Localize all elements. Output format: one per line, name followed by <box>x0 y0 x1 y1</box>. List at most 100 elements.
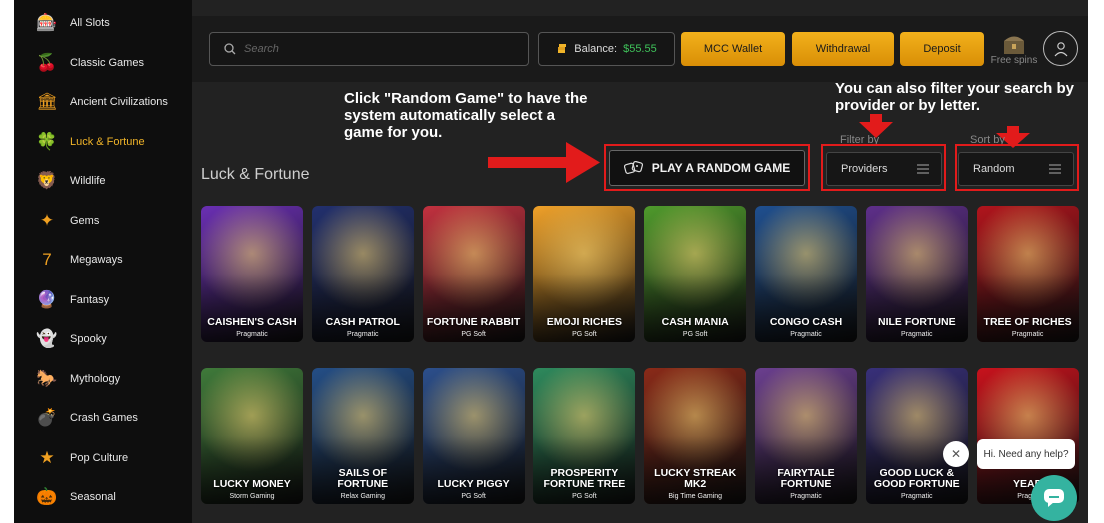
game-title: CASH MANIA <box>661 316 729 328</box>
sidebar-item[interactable]: 🍀 Luck & Fortune <box>34 124 145 160</box>
crystal-ball-icon: 🔮 <box>36 289 58 309</box>
sidebar-item-label: Megaways <box>70 254 123 266</box>
chat-icon <box>1044 489 1064 507</box>
sidebar-item[interactable]: 🏛 Ancient Civilizations <box>34 84 168 120</box>
highlight-sort-box <box>955 144 1079 191</box>
sidebar-item[interactable]: 🍒 Classic Games <box>34 45 144 81</box>
game-card[interactable]: EMOJI RICHES PG Soft <box>533 206 636 342</box>
clover-icon: 🍀 <box>36 131 58 151</box>
game-provider: Big Time Gaming <box>668 493 723 500</box>
search-input[interactable] <box>244 43 504 55</box>
deposit-button[interactable]: Deposit <box>900 32 984 66</box>
highlight-random-box <box>604 144 810 191</box>
game-card[interactable]: LUCKY MONEY Storm Gaming <box>201 368 303 504</box>
sidebar-item[interactable]: 🎃 Seasonal <box>34 479 116 515</box>
ghost-icon: 👻 <box>36 329 58 348</box>
slot-machine-icon: 🎰 <box>36 13 58 32</box>
game-title: GOOD LUCK & GOOD FORTUNE <box>873 467 960 490</box>
game-title: FAIRYTALE FORTUNE <box>777 467 835 490</box>
gem-icon: ✦ <box>39 210 55 230</box>
sidebar-item[interactable]: 7 Megaways <box>34 242 123 278</box>
search-icon <box>224 43 236 55</box>
sidebar-item-label: Ancient Civilizations <box>70 96 168 108</box>
game-card[interactable]: GOOD LUCK & GOOD FORTUNE Pragmatic <box>865 368 968 504</box>
game-provider: Pragmatic <box>347 331 379 338</box>
sidebar-item-label: Mythology <box>70 372 121 385</box>
game-title: PROSPERITY FORTUNE TREE <box>543 467 626 490</box>
sidebar-item-label: Pop Culture <box>70 451 129 464</box>
chat-launcher-button[interactable] <box>1031 475 1077 521</box>
sidebar-item-label: Luck & Fortune <box>70 135 145 148</box>
game-provider: PG Soft <box>461 493 486 500</box>
mcc-wallet-button[interactable]: MCC Wallet <box>681 32 785 66</box>
chat-close-button[interactable]: ✕ <box>943 441 969 467</box>
game-card[interactable]: TREE OF RICHES Pragmatic <box>976 206 1079 342</box>
game-card[interactable]: PROSPERITY FORTUNE TREE PG Soft <box>533 368 636 504</box>
sidebar-item[interactable]: 🎰 All Slots <box>34 5 109 41</box>
game-provider: Pragmatic <box>790 331 822 338</box>
game-card[interactable]: CAISHEN'S CASH Pragmatic <box>201 206 303 342</box>
balance-amount: $55.55 <box>623 43 657 55</box>
game-provider: Pragmatic <box>236 331 268 338</box>
section-title: Luck & Fortune <box>201 166 310 183</box>
search-box[interactable] <box>209 32 529 66</box>
bomb-icon: 💣 <box>36 408 58 427</box>
game-title: TREE OF RICHES <box>983 316 1072 328</box>
game-provider: Pragmatic <box>790 493 822 500</box>
sidebar-item[interactable]: 🦁 Wildlife <box>34 163 105 199</box>
sidebar-item[interactable]: 💣 Crash Games <box>34 400 137 436</box>
game-provider: PG Soft <box>572 331 597 338</box>
game-title: CONGO CASH <box>769 316 843 328</box>
game-provider: Relax Gaming <box>340 493 385 500</box>
game-card[interactable]: CONGO CASH Pragmatic <box>755 206 857 342</box>
free-spins-button[interactable]: Free spins <box>988 32 1040 72</box>
balance-display: Balance: $55.55 <box>538 32 675 66</box>
sidebar-item-label: Wildlife <box>70 175 106 187</box>
lion-icon: 🦁 <box>36 171 58 190</box>
free-spins-label: Free spins <box>990 55 1038 66</box>
treasure-chest-icon <box>1004 36 1024 54</box>
777-icon: 7 <box>42 250 52 269</box>
game-provider: Pragmatic <box>901 331 933 338</box>
sidebar-item[interactable]: ★ Pop Culture <box>34 440 128 476</box>
game-title: FORTUNE RABBIT <box>426 316 521 328</box>
user-icon <box>1054 41 1067 56</box>
sidebar-item[interactable]: 🔮 Fantasy <box>34 282 109 318</box>
filter-note: You can also filter your search by provi… <box>835 80 1074 114</box>
game-title: NILE FORTUNE <box>878 316 956 328</box>
withdrawal-button[interactable]: Withdrawal <box>792 32 894 66</box>
game-card[interactable]: FORTUNE RABBIT PG Soft <box>422 206 525 342</box>
left-edge <box>0 0 14 523</box>
game-provider: PG Soft <box>572 493 597 500</box>
sidebar-item-label: Seasonal <box>70 491 116 503</box>
sidebar-item[interactable]: 👻 Spooky <box>34 321 106 357</box>
game-provider: Storm Gaming <box>229 493 275 500</box>
game-card[interactable]: CASH PATROL Pragmatic <box>311 206 414 342</box>
game-card[interactable]: CASH MANIA PG Soft <box>644 206 747 342</box>
pegasus-icon: 🐎 <box>36 368 58 388</box>
star-icon: ★ <box>39 447 55 467</box>
random-game-note: Click "Random Game" to have the system a… <box>344 90 588 141</box>
user-avatar-button[interactable] <box>1043 31 1078 66</box>
highlight-filter-box <box>821 144 946 191</box>
game-provider: PG Soft <box>682 331 708 338</box>
game-card[interactable]: NILE FORTUNE Pragmatic <box>865 206 968 342</box>
game-title: CAISHEN'S CASH <box>207 316 297 328</box>
chat-bubble[interactable]: Hi. Need any help? <box>977 439 1075 469</box>
game-title: LUCKY MONEY <box>213 478 291 490</box>
game-provider: PG Soft <box>461 331 486 338</box>
game-card[interactable]: SAILS OF FORTUNE Relax Gaming <box>311 368 414 504</box>
balance-label: Balance: <box>574 43 618 55</box>
game-card[interactable]: LUCKY STREAK MK2 Big Time Gaming <box>644 368 747 504</box>
game-title: LUCKY STREAK MK2 <box>654 467 737 490</box>
game-title: LUCKY PIGGY <box>437 478 510 490</box>
sidebar-item[interactable]: 🐎 Mythology <box>34 361 120 397</box>
pumpkin-icon: 🎃 <box>36 487 58 506</box>
sidebar-item-label: Classic Games <box>70 56 144 69</box>
game-card[interactable]: LUCKY PIGGY PG Soft <box>422 368 525 504</box>
column-icon: 🏛 <box>36 92 58 111</box>
game-card[interactable]: FAIRYTALE FORTUNE Pragmatic <box>755 368 857 504</box>
sidebar-item[interactable]: ✦ Gems <box>34 203 99 239</box>
coins-icon <box>558 44 567 53</box>
sidebar-item-label: Fantasy <box>70 293 110 306</box>
